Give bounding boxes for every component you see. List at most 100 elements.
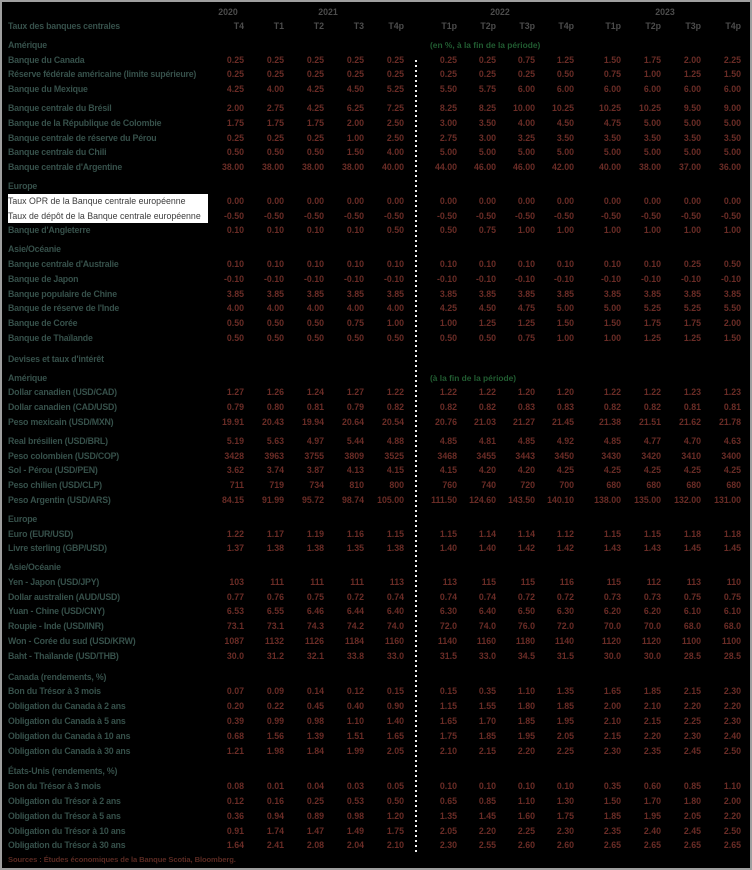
value-cell: 0.98: [306, 716, 324, 727]
table-row: Sol - Pérou (USD/PEN) 3.62 3.74 3.87 4.13 4.1…: [8, 463, 750, 478]
value-cell: 1.23: [723, 387, 741, 398]
table-row: Taux OPR de la Banque centrale européenn…: [8, 193, 750, 209]
value-cell: 2.45: [683, 745, 701, 756]
value-cell: 0.00: [346, 195, 364, 206]
value-cell: 138.00: [594, 494, 621, 505]
value-cell: -0.10: [475, 273, 496, 284]
value-cell: 5.00: [439, 147, 457, 158]
row-label: Yuan - Chine (USD/CNY): [8, 606, 105, 617]
value-cell: 719: [269, 480, 284, 491]
row-label: Obligation du Canada à 5 ans: [8, 716, 126, 727]
value-cell: 2.20: [643, 730, 661, 741]
value-cell: 1.50: [603, 796, 621, 807]
value-cell: 0.65: [439, 796, 457, 807]
value-cell: 2.10: [603, 716, 621, 727]
value-cell: 0.25: [226, 54, 244, 65]
value-cell: 0.75: [603, 69, 621, 80]
value-cell: 0.98: [346, 810, 364, 821]
value-cell: 2.50: [386, 117, 404, 128]
value-cell: -0.10: [514, 273, 535, 284]
value-cell: -0.10: [263, 273, 284, 284]
value-cell: 0.72: [517, 591, 535, 602]
value-cell: 1.50: [556, 318, 574, 329]
region-header: Amérique: [8, 39, 47, 50]
value-cell: -0.10: [303, 273, 324, 284]
value-cell: 6.50: [517, 606, 535, 617]
value-cell: 5.00: [723, 117, 741, 128]
value-cell: 2.05: [683, 810, 701, 821]
value-cell: 5.00: [603, 303, 621, 314]
table-row: Banque centrale du Brésil 2.00 2.75 4.25 6.2…: [8, 101, 750, 116]
quarter-header: T1p: [605, 21, 621, 31]
row-label: Banque de Japon: [8, 273, 79, 284]
value-cell: 1100: [721, 636, 741, 647]
value-cell: 2.10: [386, 840, 404, 851]
value-cell: 70.0: [603, 621, 621, 632]
value-cell: 3.85: [346, 288, 364, 299]
value-cell: 1.50: [346, 147, 364, 158]
value-cell: 1.10: [517, 686, 535, 697]
row-label: Obligation du Canada à 2 ans: [8, 701, 126, 712]
value-cell: 1.17: [266, 528, 284, 539]
value-cell: 1.00: [517, 225, 535, 236]
row-label: Banque de Corée: [8, 318, 78, 329]
value-cell: 2.75: [439, 132, 457, 143]
value-cell: 0.00: [478, 195, 496, 206]
value-cell: 1.64: [226, 840, 244, 851]
value-cell: 31.5: [556, 650, 574, 661]
value-cell: 680: [606, 480, 621, 491]
quarters-header-row: Taux des banques centrales T4 T1 T2 T3 T4p T1p…: [8, 19, 750, 34]
value-cell: -0.10: [436, 273, 457, 284]
value-cell: 0.08: [226, 781, 244, 792]
value-cell: 6.53: [226, 606, 244, 617]
value-cell: 0.10: [643, 258, 661, 269]
value-cell: 131.00: [714, 494, 741, 505]
value-cell: 38.00: [301, 162, 324, 173]
value-cell: 1.00: [439, 318, 457, 329]
value-cell: 21.62: [678, 416, 701, 427]
value-cell: 3.85: [683, 288, 701, 299]
row-label: Obligation du Trésor à 10 ans: [8, 825, 126, 836]
value-cell: 1.10: [517, 796, 535, 807]
table-row: Obligation du Canada à 30 ans 1.21 1.98 1.8…: [8, 744, 750, 759]
value-cell: -0.50: [640, 210, 661, 221]
value-cell: 0.25: [266, 132, 284, 143]
value-cell: 2.15: [683, 686, 701, 697]
value-cell: 0.75: [517, 332, 535, 343]
value-cell: -0.50: [475, 210, 496, 221]
value-cell: 2.60: [517, 840, 535, 851]
value-cell: 0.25: [306, 132, 324, 143]
value-cell: 734: [309, 480, 324, 491]
value-cell: 6.00: [517, 84, 535, 95]
value-cell: 4.00: [386, 147, 404, 158]
table-row: Banque centrale de réserve du Pérou 0.25 0…: [8, 131, 750, 146]
value-cell: 4.81: [478, 435, 496, 446]
value-cell: 3.50: [556, 132, 574, 143]
value-cell: 2.00: [226, 102, 244, 113]
value-cell: -0.50: [223, 210, 244, 221]
value-cell: 4.25: [683, 465, 701, 476]
value-cell: 68.0: [683, 621, 701, 632]
value-cell: 1100: [681, 636, 701, 647]
value-cell: 2.00: [603, 701, 621, 712]
value-cell: 5.25: [643, 303, 661, 314]
value-cell: 2.40: [643, 825, 661, 836]
year-label: 2020: [218, 7, 238, 17]
value-cell: 1.43: [643, 543, 661, 554]
value-cell: 3.50: [643, 132, 661, 143]
value-cell: 1.42: [517, 543, 535, 554]
value-cell: 1.00: [346, 132, 364, 143]
value-cell: 3.00: [439, 117, 457, 128]
year-label: 2023: [655, 7, 675, 17]
section-title: États-Unis (rendements, %): [8, 766, 118, 777]
value-cell: 1.45: [723, 543, 741, 554]
value-cell: 1.50: [603, 318, 621, 329]
value-cell: 0.10: [266, 258, 284, 269]
value-cell: 115: [481, 576, 496, 587]
value-cell: 0.25: [478, 54, 496, 65]
value-cell: 0.81: [683, 402, 701, 413]
value-cell: 0.50: [266, 332, 284, 343]
value-cell: 4.25: [306, 84, 324, 95]
value-cell: 0.12: [346, 686, 364, 697]
value-cell: 4.75: [603, 117, 621, 128]
